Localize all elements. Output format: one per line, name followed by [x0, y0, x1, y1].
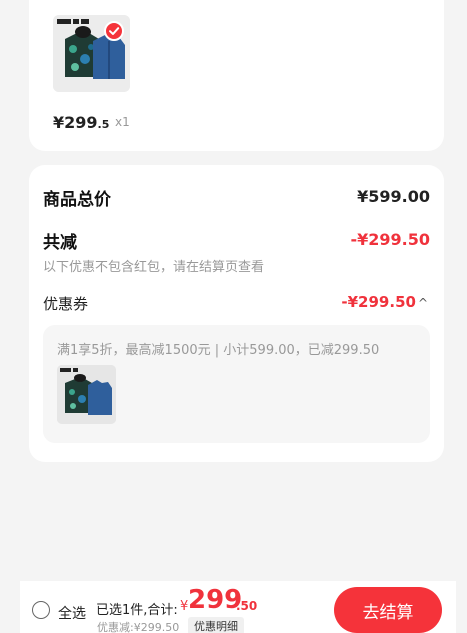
product-card: ¥299.5 x1 [29, 0, 444, 151]
reduction-hint: 以下优惠不包含红包，请在结算页查看 [43, 260, 265, 275]
coupon-description: 满1享5折，最高减1500元 | 小计599.00，已减299.50 [57, 343, 380, 358]
product-price: ¥299.5 [53, 113, 109, 132]
reduction-value: -¥299.50 [350, 230, 430, 249]
total-amount-int: 299 [188, 585, 243, 615]
checkout-bar: 全选 已选1件,合计: ¥ 299 .50 优惠减:¥299.50 优惠明细 去… [20, 581, 456, 633]
total-value: ¥599.00 [357, 187, 430, 206]
selected-count-text: 已选1件,合计: [96, 603, 178, 618]
select-all-label[interactable]: 全选 [58, 603, 86, 623]
coupon-product-image [57, 365, 116, 424]
discount-detail-button[interactable]: 优惠明细 [188, 617, 244, 633]
price-summary-card: 商品总价 ¥599.00 共减 -¥299.50 以下优惠不包含红包，请在结算页… [29, 165, 444, 462]
coupon-label: 优惠券 [43, 295, 89, 313]
check-circle-icon[interactable] [104, 21, 124, 41]
checkout-button[interactable]: 去结算 [334, 587, 442, 633]
coupon-value-text: -¥299.50 [341, 293, 416, 311]
product-quantity: x1 [115, 115, 130, 129]
total-amount-dec: .50 [236, 599, 258, 613]
total-label: 商品总价 [43, 190, 111, 210]
coupon-value[interactable]: -¥299.50 ^ [341, 293, 428, 311]
discount-text: 优惠减:¥299.50 [97, 621, 180, 633]
product-price-dec: .5 [97, 118, 110, 131]
reduction-label: 共减 [43, 233, 77, 253]
select-all-radio[interactable] [32, 601, 50, 619]
chevron-up-icon[interactable]: ^ [418, 296, 428, 310]
coupon-detail-box: 满1享5折，最高减1500元 | 小计599.00，已减299.50 [43, 325, 430, 443]
product-price-int: ¥299 [53, 113, 98, 132]
